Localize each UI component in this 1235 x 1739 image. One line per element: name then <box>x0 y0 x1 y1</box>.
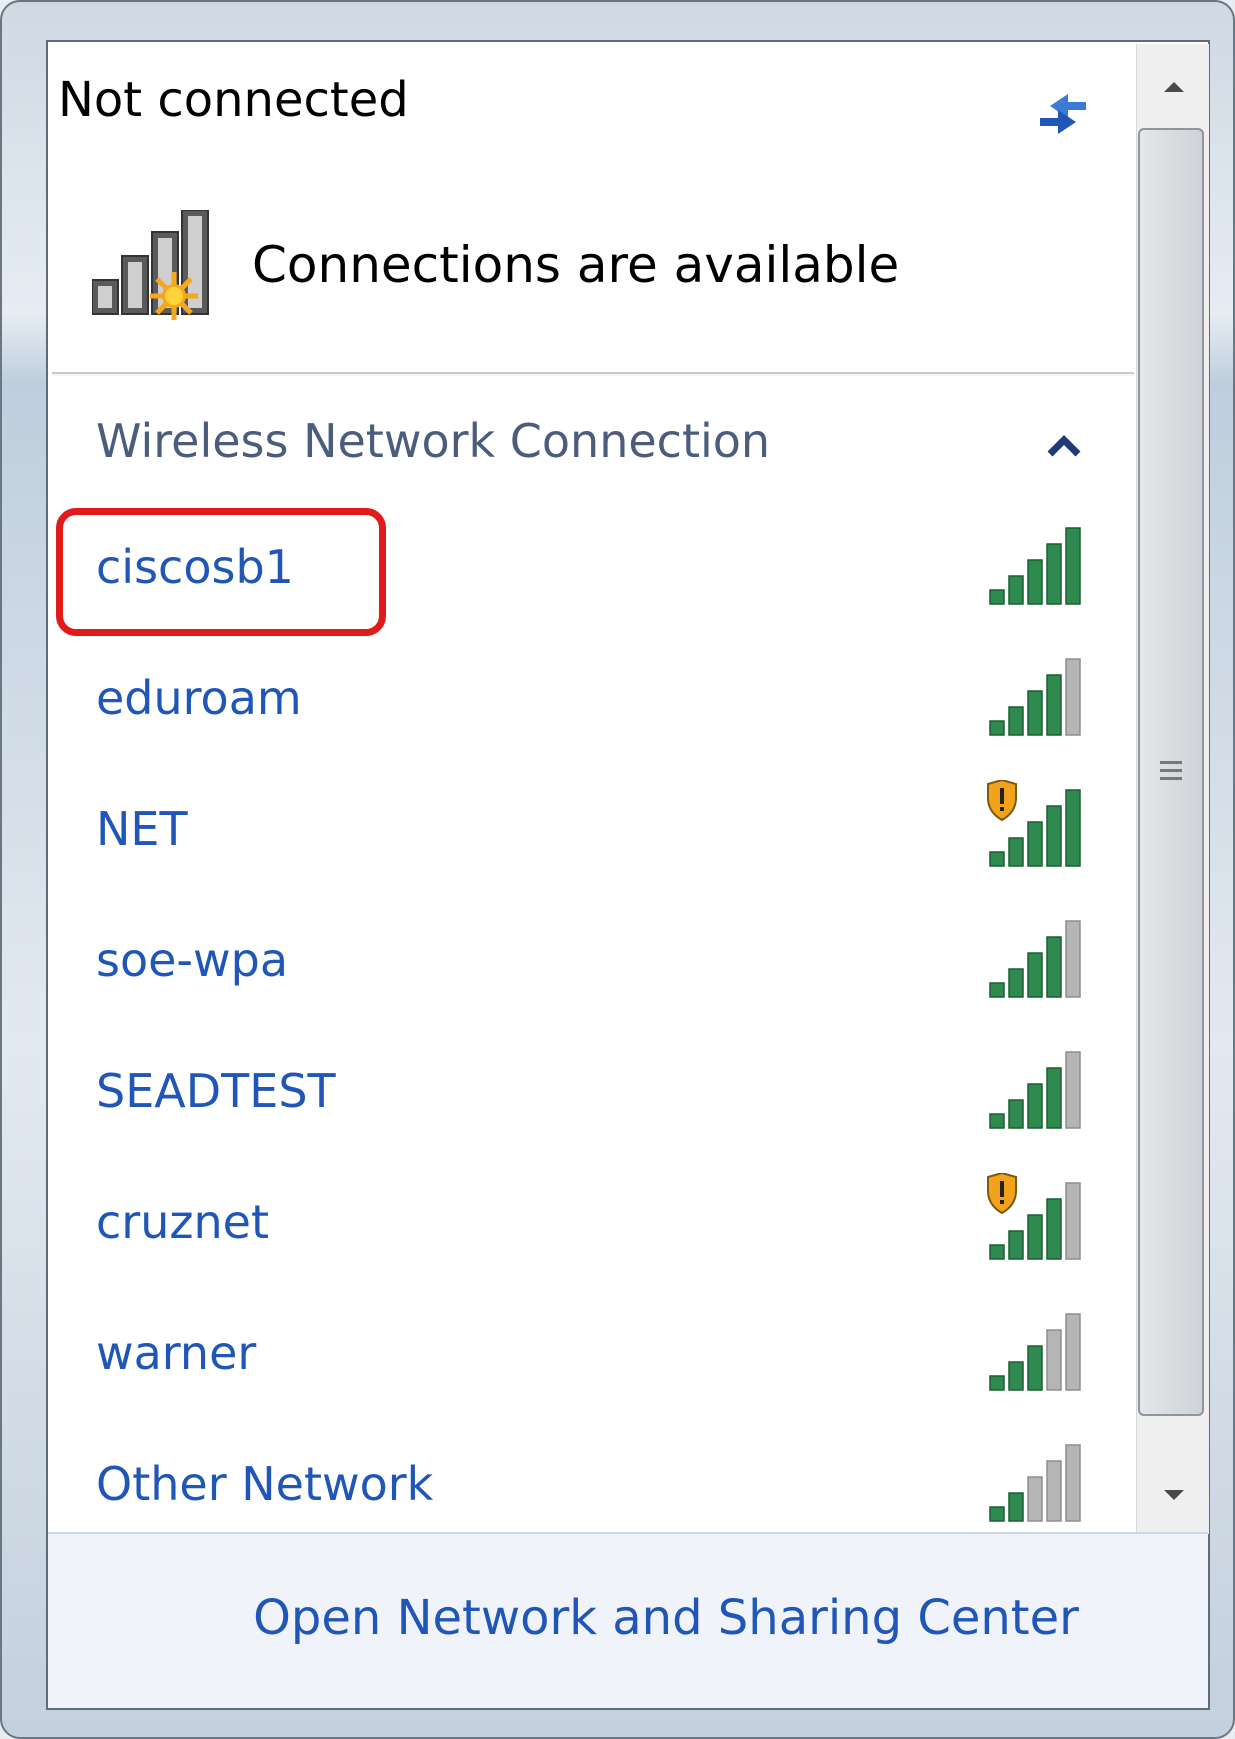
footer: Open Network and Sharing Center <box>48 1532 1208 1708</box>
signal-bar <box>1027 821 1043 867</box>
signal-bar <box>1065 658 1081 736</box>
wireless-section-title[interactable]: Wireless Network Connection <box>96 414 770 468</box>
signal-strength-icon <box>987 1173 1081 1260</box>
network-name: warner <box>96 1326 257 1380</box>
signal-bar <box>1008 1492 1024 1522</box>
network-item-soe-wpa[interactable]: soe-wpa <box>56 901 1126 1011</box>
signal-bar <box>1065 789 1081 867</box>
signal-bar <box>1027 690 1043 736</box>
signal-bar <box>1008 1230 1024 1260</box>
signal-bar <box>1046 805 1062 867</box>
shield-warning-icon <box>987 1173 1017 1215</box>
signal-bar <box>1065 527 1081 605</box>
signal-bar <box>1027 952 1043 998</box>
signal-bar <box>989 720 1005 736</box>
signal-bar <box>1027 559 1043 605</box>
network-name: ciscosb1 <box>96 540 294 594</box>
open-network-sharing-center-link[interactable]: Open Network and Sharing Center <box>86 1590 1235 1646</box>
signal-bar <box>1065 1182 1081 1260</box>
signal-strength-icon <box>989 1444 1081 1522</box>
signal-bar <box>1065 920 1081 998</box>
section-divider <box>52 372 1134 374</box>
signal-bar <box>989 851 1005 867</box>
network-name: Other Network <box>96 1457 434 1511</box>
signal-bar <box>1065 1444 1081 1522</box>
network-item-seadtest[interactable]: SEADTEST <box>56 1032 1126 1142</box>
signal-bar <box>1027 1345 1043 1391</box>
availability-text: Connections are available <box>252 236 900 294</box>
signal-bar <box>1027 1083 1043 1129</box>
signal-bar <box>989 1506 1005 1522</box>
signal-bar <box>989 982 1005 998</box>
scroll-up-arrow-icon[interactable] <box>1150 62 1198 112</box>
signal-strength-icon <box>989 527 1081 605</box>
signal-strength-icon <box>989 1313 1081 1391</box>
network-item-warner[interactable]: warner <box>56 1294 1126 1404</box>
signal-strength-icon <box>989 658 1081 736</box>
network-name: eduroam <box>96 671 302 725</box>
signal-strength-icon <box>987 780 1081 867</box>
signal-bar <box>1065 1313 1081 1391</box>
network-unavailable-signal-icon <box>92 210 209 320</box>
network-name: SEADTEST <box>96 1064 336 1118</box>
signal-bar <box>1046 543 1062 605</box>
signal-bar <box>1046 1067 1062 1129</box>
refresh-icon[interactable] <box>1028 84 1098 144</box>
signal-bar <box>1027 1214 1043 1260</box>
network-item-eduroam[interactable]: eduroam <box>56 639 1126 749</box>
shield-warning-icon <box>987 780 1017 822</box>
signal-bar <box>989 1244 1005 1260</box>
signal-bar <box>1027 1476 1043 1522</box>
signal-bar <box>1008 575 1024 605</box>
chevron-up-icon[interactable] <box>1044 432 1084 460</box>
network-name: soe-wpa <box>96 933 289 987</box>
network-name: NET <box>96 802 188 856</box>
signal-bar <box>989 1113 1005 1129</box>
signal-bar <box>1046 674 1062 736</box>
network-item-other-network[interactable]: Other Network <box>56 1425 1126 1535</box>
signal-strength-icon <box>989 1051 1081 1129</box>
signal-strength-icon <box>989 920 1081 998</box>
signal-bar <box>1065 1051 1081 1129</box>
signal-bar <box>1008 837 1024 867</box>
signal-bar <box>1046 936 1062 998</box>
network-name: cruznet <box>96 1195 269 1249</box>
connection-status: Not connected <box>58 72 409 128</box>
network-item-net[interactable]: NET <box>56 770 1126 880</box>
signal-bar <box>1008 1099 1024 1129</box>
network-item-ciscosb1[interactable]: ciscosb1 <box>56 508 1126 618</box>
scroll-down-arrow-icon[interactable] <box>1150 1470 1198 1520</box>
signal-bar <box>1046 1460 1062 1522</box>
signal-bar <box>1008 706 1024 736</box>
signal-bar <box>1046 1198 1062 1260</box>
signal-bar <box>1046 1329 1062 1391</box>
scroll-grip-icon <box>1160 761 1182 780</box>
signal-bar <box>989 589 1005 605</box>
signal-bar <box>989 1375 1005 1391</box>
network-item-cruznet[interactable]: cruznet <box>56 1163 1126 1273</box>
signal-bar <box>1008 968 1024 998</box>
signal-bar <box>1008 1361 1024 1391</box>
